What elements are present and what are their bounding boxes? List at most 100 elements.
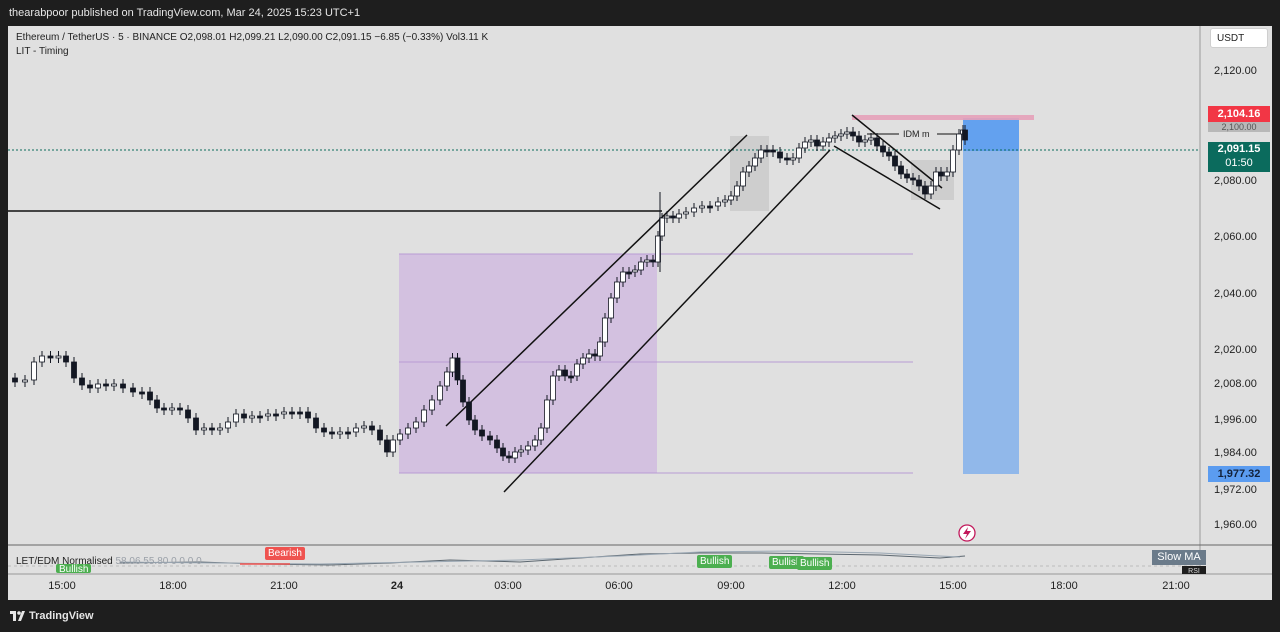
- candle-down: [87, 384, 93, 389]
- time-tick: 15:00: [939, 580, 967, 592]
- candle-down: [329, 431, 335, 435]
- candle-down: [670, 215, 676, 219]
- candle-up: [397, 433, 403, 441]
- candle-up: [337, 431, 343, 435]
- candle-up: [225, 421, 231, 429]
- candle-up: [808, 139, 814, 143]
- candle-down: [472, 419, 478, 431]
- candle-up: [928, 185, 934, 195]
- price-axis[interactable]: 2,120.00 2,080.00 2,060.00 2,040.00 2,020.00…: [1214, 65, 1257, 531]
- candle-up: [602, 317, 608, 343]
- time-axis[interactable]: 15:00 18:00 21:00 24 03:00 06:00 09:00 12:00 15:…: [48, 580, 1190, 592]
- candle-down: [289, 411, 295, 415]
- candle-down: [892, 155, 898, 167]
- candle-up: [802, 141, 808, 149]
- current-price-box: 2,091.15 01:50: [1208, 142, 1270, 172]
- candle-down: [466, 401, 472, 421]
- candle-down: [130, 387, 136, 393]
- candle-down: [962, 129, 968, 141]
- candle-up: [638, 261, 644, 271]
- candle-down: [313, 417, 319, 429]
- candle-down: [856, 135, 862, 143]
- candle-down: [103, 383, 109, 387]
- candle-up: [790, 157, 796, 161]
- candle-down: [626, 271, 632, 275]
- flag-upper-line: [851, 114, 943, 189]
- candle-up: [683, 211, 689, 215]
- candle-up: [944, 171, 950, 177]
- candle-up: [586, 353, 592, 359]
- candle-down: [345, 431, 351, 435]
- candle-down: [71, 361, 77, 379]
- symbol-legend[interactable]: Ethereum / TetherUS · 5 · BINANCE O2,098…: [16, 32, 488, 43]
- slow-ma-label: Slow MA: [1152, 550, 1206, 565]
- candle-up: [796, 147, 802, 159]
- bullish-badge-1: Bullish: [56, 564, 92, 573]
- candle-up: [390, 439, 396, 453]
- price-tick: 2,040.00: [1214, 288, 1257, 300]
- candle-up: [361, 425, 367, 429]
- candle-up: [664, 215, 670, 219]
- candle-down: [500, 447, 506, 457]
- candle-up: [421, 409, 427, 423]
- candle-up: [353, 427, 359, 433]
- candle-down: [120, 383, 126, 389]
- candle-down: [273, 413, 279, 417]
- currency-button[interactable]: USDT: [1210, 28, 1268, 48]
- candle-up: [844, 131, 850, 135]
- candle-down: [487, 435, 493, 441]
- candle-down: [12, 377, 18, 383]
- candle-up: [538, 427, 544, 441]
- candle-up: [55, 355, 62, 359]
- candle-up: [574, 363, 580, 377]
- short-position-entry-zone: [963, 118, 1019, 151]
- candle-up: [444, 371, 450, 387]
- candle-down: [910, 177, 916, 181]
- candle-up: [950, 149, 956, 173]
- candle-down: [874, 137, 880, 147]
- price-tick: 2,060.00: [1214, 231, 1257, 243]
- candle-down: [898, 165, 904, 175]
- candle-down: [922, 185, 928, 195]
- candle-up: [728, 195, 734, 201]
- current-price-label: 2,091.15: [1217, 143, 1261, 155]
- oscillator-legend[interactable]: LET/EDM Normalised 58.06 55.80 0 0 0 0: [16, 556, 202, 567]
- candle-up: [620, 271, 626, 283]
- candle-down: [321, 427, 327, 433]
- candle-down: [209, 427, 215, 431]
- candle-down: [479, 429, 485, 437]
- price-tick: 1,972.00: [1214, 484, 1257, 496]
- lightning-icon[interactable]: [958, 524, 976, 542]
- candle-up: [413, 421, 419, 429]
- candle-down: [241, 413, 247, 419]
- candle-up: [217, 427, 223, 431]
- time-tick: 18:00: [159, 580, 187, 592]
- candle-down: [886, 151, 892, 157]
- candle-down: [784, 157, 790, 161]
- time-tick: 03:00: [494, 580, 522, 592]
- hidden-price-label: 2,100.00: [1208, 122, 1270, 132]
- candle-up: [933, 171, 939, 187]
- indicator-legend[interactable]: LIT - Timing: [16, 46, 69, 57]
- oscillator-slow-line: [119, 550, 961, 565]
- candle-down: [177, 407, 183, 411]
- footer-bar: TradingView: [0, 600, 1280, 632]
- candle-up: [31, 361, 37, 381]
- tradingview-logo[interactable]: TradingView: [10, 610, 94, 622]
- candle-up: [544, 399, 550, 429]
- candle-down: [770, 149, 776, 153]
- chart-svg[interactable]: IDM m 2,120.002,080.002,060.002,040.002,…: [0, 0, 1280, 632]
- candle-up: [632, 269, 638, 273]
- candle-up: [449, 357, 456, 373]
- candle-down: [47, 355, 54, 359]
- candle-down: [568, 375, 574, 379]
- candle-down: [938, 171, 944, 177]
- candle-down: [916, 179, 922, 187]
- tradingview-logo-icon: [10, 611, 25, 621]
- candle-down: [494, 439, 500, 449]
- candle-down: [384, 439, 390, 453]
- candle-down: [193, 417, 199, 431]
- candle-up: [820, 141, 826, 147]
- bullish-badge-4: Bullish: [797, 557, 833, 570]
- price-tick: 1,960.00: [1214, 519, 1257, 531]
